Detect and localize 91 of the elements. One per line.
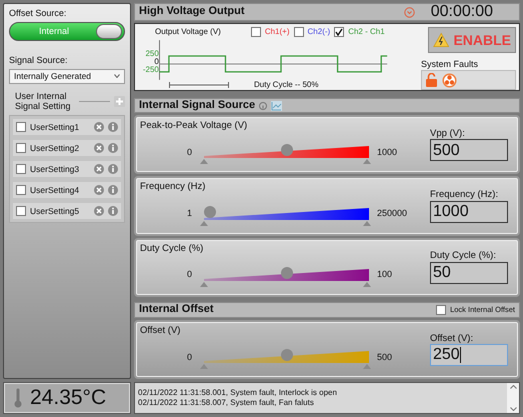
log-entry: 02/11/2022 11:31:58.007, System fault, Fan faluts: [138, 398, 315, 408]
slider-title: Offset (V): [140, 324, 180, 336]
slider-thumb[interactable]: [280, 349, 292, 362]
field-label: Offset (V):: [430, 332, 474, 344]
field-label: Duty Cycle (%):: [430, 250, 497, 262]
info-icon[interactable]: [259, 102, 268, 110]
checkbox[interactable]: [294, 27, 304, 38]
axis-label: 1000: [377, 146, 398, 158]
input-field[interactable]: 1000: [430, 200, 508, 223]
scroll-up-icon[interactable]: [510, 385, 516, 389]
slider-title: Duty Cycle (%): [140, 242, 204, 254]
slider-title: Peak-to-Peak Voltage (V): [140, 120, 248, 132]
input-field[interactable]: 50: [430, 262, 508, 284]
tick-mark-icon: [200, 282, 208, 287]
checkbox[interactable]: [16, 185, 26, 196]
input-field[interactable]: 500: [430, 139, 508, 162]
axis-label: 0: [186, 352, 192, 363]
tick-mark-icon: [200, 220, 208, 226]
delete-icon[interactable]: [94, 164, 104, 174]
caret-icon: [114, 74, 120, 78]
scroll-down-icon[interactable]: [510, 407, 516, 411]
axis-label: -250: [142, 66, 159, 74]
tick-mark-icon: [363, 159, 371, 164]
chart-icon[interactable]: [271, 100, 282, 110]
warning-icon: [433, 31, 450, 50]
axis-label: 250: [144, 50, 159, 58]
field-label: Offset Source:: [9, 8, 68, 19]
section-label: User Internal Signal Setting: [14, 90, 72, 112]
slider-track[interactable]: [204, 268, 369, 282]
input-field[interactable]: 250: [430, 344, 508, 366]
info-icon[interactable]: [108, 164, 118, 174]
faults-label: System Faults: [421, 59, 480, 70]
tick-mark-icon: [363, 364, 371, 370]
delete-icon[interactable]: [94, 122, 104, 132]
thermometer-icon: [14, 388, 22, 408]
checkbox[interactable]: [16, 122, 26, 132]
checkbox[interactable]: [16, 143, 26, 154]
axis-label: 500: [377, 352, 392, 363]
axis-label: 0: [154, 58, 159, 66]
timer: 00:00:00: [430, 2, 493, 22]
delete-icon[interactable]: [94, 185, 104, 196]
tick-mark-icon: [363, 220, 371, 226]
checkbox[interactable]: [250, 27, 261, 38]
section-title: Internal Signal Source: [139, 98, 256, 112]
list-item[interactable]: UserSetting4: [13, 182, 121, 198]
tick-mark-icon: [363, 282, 371, 287]
axis-label: 0: [186, 146, 192, 158]
axis-label: 250000: [377, 208, 408, 220]
field-label: Signal Source:: [9, 54, 69, 66]
slider-track[interactable]: [204, 206, 369, 221]
log-entry: 02/11/2022 11:31:58.001, System fault, Interlock is open: [138, 388, 338, 398]
info-icon[interactable]: [108, 143, 118, 154]
unlocked-icon: [425, 73, 438, 87]
chart-label: Output Voltage (V): [155, 27, 221, 37]
temperature-value: 24.35°C: [30, 385, 106, 411]
scrollbar[interactable]: [507, 383, 519, 413]
axis-label: 0: [186, 269, 192, 280]
checkbox[interactable]: [334, 27, 344, 38]
slider-track[interactable]: [204, 145, 369, 160]
info-icon[interactable]: [108, 122, 118, 132]
axis-label: 100: [377, 269, 392, 280]
checkbox[interactable]: [16, 164, 26, 174]
legend-label: Ch2 - Ch1: [348, 27, 385, 37]
tick-mark-icon: [200, 159, 208, 164]
scale-bar: [169, 82, 229, 88]
fan-icon: [442, 72, 457, 88]
list-item[interactable]: UserSetting1: [13, 119, 121, 136]
axis-label: 1: [186, 208, 192, 220]
delete-icon[interactable]: [94, 143, 104, 154]
field-label: Vpp (V):: [430, 128, 466, 140]
section-title: High Voltage Output: [139, 5, 246, 19]
list-item[interactable]: UserSetting3: [13, 161, 121, 178]
legend-label: Ch1(+): [264, 27, 290, 37]
field-label: Frequency (Hz):: [430, 189, 500, 201]
slider-track[interactable]: [204, 350, 369, 364]
chart-caption: Duty Cycle -- 50%: [254, 80, 318, 90]
slider-thumb[interactable]: [280, 144, 292, 156]
slider-thumb[interactable]: [204, 206, 216, 218]
checkbox[interactable]: [16, 206, 26, 216]
slider-title: Frequency (Hz): [140, 181, 206, 193]
info-icon[interactable]: [108, 206, 118, 216]
dropdown[interactable]: Internally Generated: [9, 68, 125, 84]
section-title: Internal Offset: [139, 303, 215, 316]
tick-mark-icon: [200, 364, 208, 370]
checkbox[interactable]: [436, 304, 446, 315]
slider-thumb[interactable]: [280, 266, 292, 279]
list-item[interactable]: UserSetting2: [13, 140, 121, 156]
legend-label: Ch2(-): [308, 27, 330, 37]
delete-icon[interactable]: [94, 206, 104, 216]
list-item[interactable]: UserSetting5: [13, 203, 121, 220]
info-icon[interactable]: [108, 185, 118, 196]
